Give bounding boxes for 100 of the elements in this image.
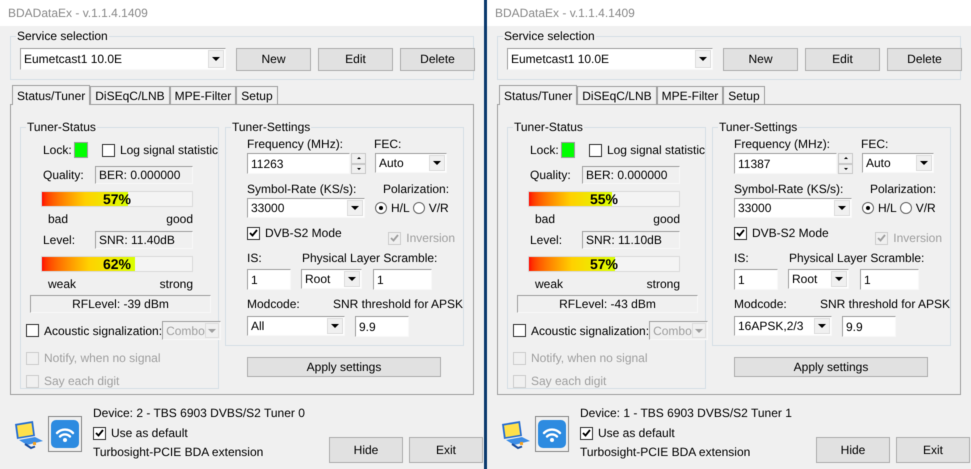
group-title: Service selection <box>503 29 596 43</box>
radio-label: H/L <box>391 200 410 217</box>
symbol-rate-label: Symbol-Rate (KS/s): <box>247 181 358 198</box>
extension-label: Turbosight-PCIE BDA extension <box>580 444 752 461</box>
button[interactable]: New <box>236 48 311 70</box>
button[interactable]: Apply settings <box>247 357 441 377</box>
up-arrow-icon <box>844 157 848 160</box>
radio-label: H/L <box>878 200 897 217</box>
button[interactable]: Hide <box>329 437 403 463</box>
service-dropdown[interactable]: Eumetcast1 10.0E <box>507 48 713 70</box>
down-arrow-icon <box>844 168 848 170</box>
device-label: Device: 2 - TBS 6903 DVBS/S2 Tuner 0 <box>93 405 306 422</box>
is-field[interactable]: 1 <box>734 269 778 290</box>
ber-field[interactable]: BER: 0.000000 <box>582 166 680 184</box>
log-signal-label: Log signal statistic <box>606 142 705 159</box>
symbol-rate-dropdown[interactable]: 33000 <box>247 198 365 218</box>
log-signal-checkbox[interactable] <box>588 144 602 156</box>
button[interactable]: New <box>723 48 798 70</box>
frequency-label: Frequency (MHz): <box>734 136 832 153</box>
caret-icon <box>212 57 220 61</box>
frequency-field[interactable]: 11263 <box>247 153 350 174</box>
group-title: Tuner-Status <box>513 120 584 134</box>
button[interactable]: Apply settings <box>734 357 928 377</box>
button[interactable]: Delete <box>887 48 962 70</box>
tab[interactable]: Setup <box>723 86 765 104</box>
button[interactable]: Hide <box>816 437 890 463</box>
bar-reading: 62% <box>102 257 132 271</box>
scale-label: strong <box>646 276 680 291</box>
symbol-rate-dropdown[interactable]: 33000 <box>734 198 852 218</box>
scramble-mode-dropdown[interactable]: Root <box>788 269 849 289</box>
use-default-checkbox[interactable] <box>93 426 106 440</box>
spin-buttons[interactable] <box>838 153 853 174</box>
tab[interactable]: Status/Tuner <box>12 85 90 105</box>
snr-threshold-field[interactable]: 9.9 <box>842 316 896 337</box>
tab[interactable]: Setup <box>236 86 278 104</box>
wifi-icon <box>535 416 569 452</box>
tab[interactable]: MPE-Filter <box>170 86 236 104</box>
button[interactable]: Exit <box>896 437 970 463</box>
window-title: BDADataEx - v.1.1.4.1409 <box>495 5 635 22</box>
log-signal-checkbox[interactable] <box>102 144 115 156</box>
dvb-s2-label: DVB-S2 Mode <box>265 225 342 242</box>
radio-button[interactable] <box>375 202 387 214</box>
level-label: Level: <box>530 232 564 249</box>
tab[interactable]: DiSEqC/LNB <box>90 86 170 104</box>
scramble-field[interactable]: 1 <box>860 269 919 290</box>
lock-label: Lock: <box>43 142 73 159</box>
spin-buttons[interactable] <box>351 153 366 174</box>
modcode-label: Modcode: <box>247 296 301 313</box>
down-arrow-icon <box>356 168 360 170</box>
button[interactable]: Edit <box>805 48 880 70</box>
radio-label: V/R <box>428 200 449 217</box>
scale-label: bad <box>535 211 556 226</box>
scramble-label: Physical Layer Scramble: <box>302 250 438 267</box>
radio-button[interactable] <box>862 202 874 214</box>
button[interactable]: Edit <box>318 48 393 70</box>
is-field[interactable]: 1 <box>247 269 291 290</box>
caret-icon <box>433 161 441 165</box>
is-label: IS: <box>734 250 750 267</box>
caret-icon <box>838 206 846 210</box>
snr-threshold-label: SNR threshold for APSK <box>332 296 463 313</box>
ber-field[interactable]: BER: 0.000000 <box>95 166 193 184</box>
scramble-field[interactable]: 1 <box>373 269 432 290</box>
snr-field[interactable]: SNR: 11.40dB <box>95 231 193 249</box>
caret-icon <box>835 277 843 281</box>
notify-label: Notify, when no signal <box>531 350 648 367</box>
modcode-dropdown[interactable]: 16APSK,2/3 <box>734 316 832 336</box>
use-default-label: Use as default <box>111 425 188 442</box>
snr-threshold-field[interactable]: 9.9 <box>355 316 409 337</box>
polarization-label: Polarization: <box>383 181 450 198</box>
radio-button[interactable] <box>900 202 912 214</box>
dvb-s2-checkbox[interactable] <box>247 226 260 240</box>
tab[interactable]: Status/Tuner <box>499 85 578 105</box>
rf-level-field: RFLevel: -43 dBm <box>517 295 698 313</box>
radio-button[interactable] <box>412 202 425 214</box>
dvb-s2-checkbox[interactable] <box>734 226 747 240</box>
tab[interactable]: MPE-Filter <box>656 86 724 104</box>
radio-label: V/R <box>916 200 936 217</box>
say-digit-label: Say each digit <box>44 373 120 390</box>
button[interactable]: Exit <box>409 437 483 463</box>
group-title: Tuner-Settings <box>231 120 312 134</box>
acoustic-label: Acoustic signalization: <box>531 322 650 340</box>
fec-dropdown[interactable]: Auto <box>375 153 447 173</box>
service-dropdown[interactable]: Eumetcast1 10.0E <box>20 48 226 70</box>
button[interactable]: Delete <box>400 48 475 70</box>
is-label: IS: <box>247 250 263 267</box>
scale-label: good <box>653 211 680 226</box>
snr-field[interactable]: SNR: 11.10dB <box>582 231 680 249</box>
say-digit-label: Say each digit <box>531 373 606 390</box>
fec-dropdown[interactable]: Auto <box>862 153 934 173</box>
frequency-field[interactable]: 11387 <box>734 153 837 174</box>
scramble-mode-dropdown[interactable]: Root <box>301 269 362 289</box>
tab[interactable]: DiSEqC/LNB <box>577 86 657 104</box>
caret-icon <box>920 161 928 165</box>
use-default-checkbox[interactable] <box>580 426 593 440</box>
modcode-dropdown[interactable]: All <box>247 316 345 336</box>
caret-icon <box>818 324 826 328</box>
snr-threshold-label: SNR threshold for APSK <box>820 296 950 313</box>
caret-icon <box>208 328 216 332</box>
quality-label: Quality: <box>43 167 85 184</box>
inversion-label: Inversion <box>893 230 942 247</box>
